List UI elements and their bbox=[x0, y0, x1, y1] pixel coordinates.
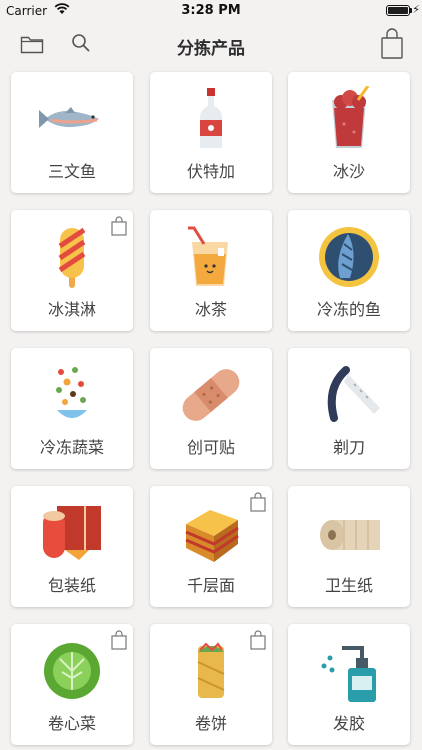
product-label: 冰沙 bbox=[332, 162, 365, 181]
product-card[interactable]: 发胶 bbox=[288, 624, 410, 745]
iced-tea-icon bbox=[176, 224, 246, 290]
ice-cream-icon bbox=[37, 224, 107, 290]
product-card[interactable]: 创可贴 bbox=[150, 348, 272, 469]
product-card[interactable]: 三文鱼 bbox=[11, 72, 133, 193]
product-label: 卷饼 bbox=[194, 714, 227, 733]
wrapping-paper-icon bbox=[37, 500, 107, 566]
frozen-fish-icon bbox=[314, 224, 384, 290]
product-label: 发胶 bbox=[332, 714, 365, 733]
product-label: 卫生纸 bbox=[324, 576, 373, 595]
cabbage-icon bbox=[37, 638, 107, 704]
product-label: 剃刀 bbox=[332, 438, 365, 457]
vodka-icon bbox=[176, 86, 246, 152]
shopping-bag-badge-icon bbox=[111, 216, 127, 240]
product-label: 冷冻的鱼 bbox=[316, 300, 381, 319]
product-label: 冷冻蔬菜 bbox=[39, 438, 104, 457]
product-label: 创可贴 bbox=[186, 438, 235, 457]
product-card[interactable]: 卷饼 bbox=[150, 624, 272, 745]
product-card[interactable]: 冷冻的鱼 bbox=[288, 210, 410, 331]
product-card[interactable]: 卷心菜 bbox=[11, 624, 133, 745]
product-label: 千层面 bbox=[186, 576, 235, 595]
status-bar: Carrier 3:28 PM ⚡ bbox=[0, 0, 422, 22]
product-label: 三文鱼 bbox=[47, 162, 96, 181]
product-card[interactable]: 冰淇淋 bbox=[11, 210, 133, 331]
product-card[interactable]: 千层面 bbox=[150, 486, 272, 607]
battery-icon bbox=[386, 5, 410, 16]
toilet-paper-icon bbox=[314, 500, 384, 566]
product-label: 卷心菜 bbox=[47, 714, 96, 733]
product-label: 包装纸 bbox=[47, 576, 96, 595]
frozen-vegetables-icon bbox=[37, 362, 107, 428]
product-card[interactable]: 包装纸 bbox=[11, 486, 133, 607]
status-time: 3:28 PM bbox=[181, 3, 241, 18]
product-card[interactable]: 卫生纸 bbox=[288, 486, 410, 607]
charging-icon: ⚡ bbox=[412, 3, 420, 16]
razor-icon bbox=[314, 362, 384, 428]
shopping-bag-badge-icon bbox=[250, 630, 266, 654]
product-label: 伏特加 bbox=[186, 162, 235, 181]
product-card[interactable]: 剃刀 bbox=[288, 348, 410, 469]
lasagna-icon bbox=[176, 500, 246, 566]
product-label: 冰淇淋 bbox=[47, 300, 96, 319]
product-card[interactable]: 冰沙 bbox=[288, 72, 410, 193]
salmon-icon bbox=[37, 86, 107, 152]
hair-gel-icon bbox=[314, 638, 384, 704]
burrito-icon bbox=[176, 638, 246, 704]
smoothie-icon bbox=[314, 85, 384, 152]
bandage-icon bbox=[176, 362, 246, 428]
shopping-bag-badge-icon bbox=[111, 630, 127, 654]
product-label: 冰茶 bbox=[194, 300, 227, 319]
product-card[interactable]: 伏特加 bbox=[150, 72, 272, 193]
product-card[interactable]: 冷冻蔬菜 bbox=[11, 348, 133, 469]
shopping-bag-icon[interactable] bbox=[380, 28, 404, 64]
page-title: 分拣产品 bbox=[177, 39, 245, 59]
shopping-bag-badge-icon bbox=[250, 492, 266, 516]
navigation-bar: 分拣产品 bbox=[0, 22, 422, 66]
product-card[interactable]: 冰茶 bbox=[150, 210, 272, 331]
